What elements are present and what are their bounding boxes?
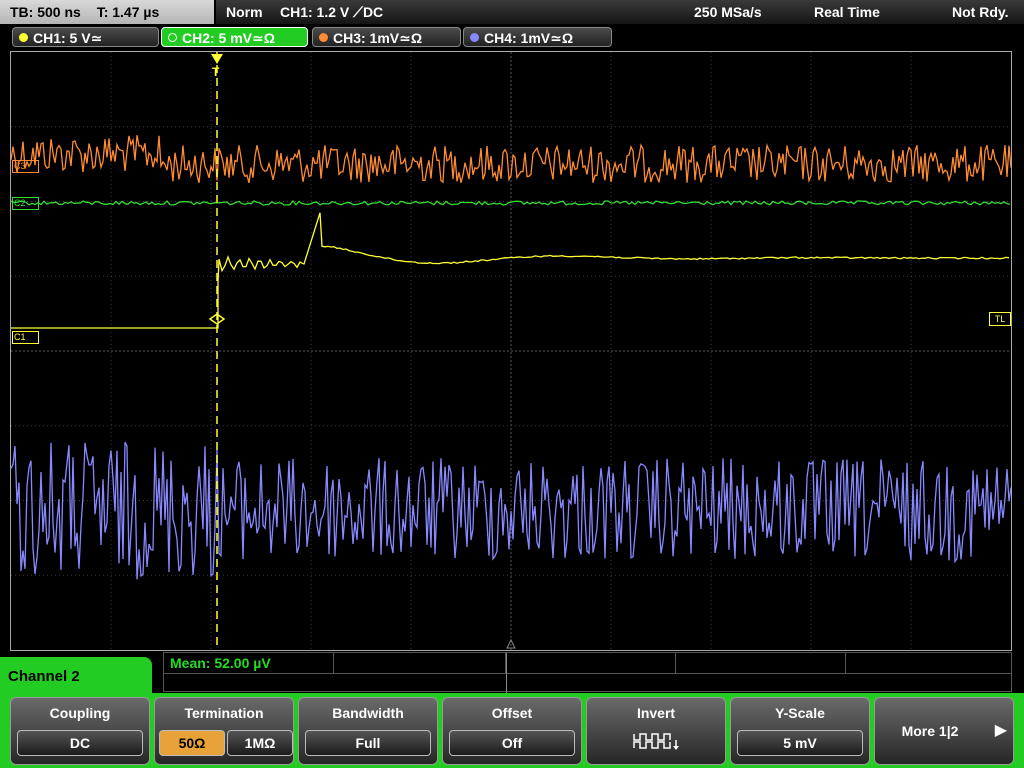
timebase-value: TB: 500 ns — [10, 4, 81, 20]
ch4-label: CH4: 1mV≃Ω — [484, 30, 574, 46]
scope-grid: T — [11, 52, 1011, 650]
c3-marker-label: C3 — [14, 161, 26, 171]
waveform-display[interactable]: T C3 C2 C1 TL — [10, 51, 1012, 651]
ch3-label: CH3: 1mV≃Ω — [333, 30, 423, 46]
ch3-trace — [11, 135, 1011, 184]
ch1-label: CH1: 5 V≃ — [33, 30, 103, 46]
trigger-pos-label: T — [212, 65, 220, 79]
termination-1mohm-option[interactable]: 1MΩ — [227, 730, 293, 756]
trigger-level-marker[interactable]: TL — [989, 312, 1011, 326]
trigger-level-label: TL — [994, 314, 1006, 324]
c1-marker-label: C1 — [14, 332, 26, 342]
ch2-label: CH2: 5 mV≃Ω — [182, 30, 275, 46]
timebase-box[interactable]: TB: 500 ns T: 1.47 µs — [0, 0, 214, 24]
invert-waveform-icon — [633, 733, 679, 750]
ch1-color-icon — [19, 33, 28, 42]
c1-marker[interactable]: C1 — [12, 331, 39, 344]
termination-label: Termination — [184, 705, 264, 721]
acquisition-mode: Real Time — [814, 4, 880, 20]
trigger-status: Not Rdy. — [952, 4, 1009, 20]
bandwidth-label: Bandwidth — [332, 705, 404, 721]
offset-button[interactable]: Offset Off — [442, 697, 582, 765]
tab-ch3[interactable]: CH3: 1mV≃Ω — [312, 27, 461, 47]
ch1-trace — [11, 212, 1010, 329]
more-label: More 1|2 — [901, 723, 959, 739]
ch2-color-icon — [168, 33, 177, 42]
offset-label: Offset — [491, 705, 533, 721]
ch4-trace — [11, 441, 1011, 580]
coupling-value: DC — [17, 730, 143, 756]
ch3-color-icon — [319, 33, 328, 42]
coupling-button[interactable]: Coupling DC — [10, 697, 150, 765]
y-scale-label: Y-Scale — [775, 705, 825, 721]
offset-value: Off — [449, 730, 575, 756]
coupling-label: Coupling — [49, 705, 111, 721]
bandwidth-button[interactable]: Bandwidth Full — [298, 697, 438, 765]
ch4-color-icon — [470, 33, 479, 42]
c3-marker[interactable]: C3 — [12, 160, 39, 173]
y-scale-button[interactable]: Y-Scale 5 mV — [730, 697, 870, 765]
c2-marker-label: C2 — [14, 198, 26, 208]
acquisition-status[interactable]: Norm CH1: 1.2 V ⟋DC 250 MSa/s Real Time … — [216, 0, 1024, 24]
arrow-right-icon: ▶ — [994, 722, 1007, 739]
trigger-position-marker — [211, 54, 223, 64]
trigger-setting: CH1: 1.2 V ⟋DC — [280, 4, 384, 20]
menu-title-text: Channel 2 — [8, 668, 80, 685]
y-scale-value: 5 mV — [737, 730, 863, 756]
status-bar: TB: 500 ns T: 1.47 µs Norm CH1: 1.2 V ⟋D… — [0, 0, 1024, 24]
menu-title: Channel 2 — [0, 657, 152, 697]
termination-50ohm-option[interactable]: 50Ω — [159, 730, 225, 756]
more-button[interactable]: More 1|2 ▶ — [874, 697, 1014, 765]
termination-button[interactable]: Termination 50Ω 1MΩ — [154, 697, 294, 765]
trigger-mode: Norm — [226, 4, 263, 20]
measurement-bar[interactable]: Mean: 52.00 µV — [163, 652, 1012, 693]
mean-measurement: Mean: 52.00 µV — [170, 655, 271, 671]
trigger-time-value: T: 1.47 µs — [96, 4, 160, 20]
sample-rate: 250 MSa/s — [694, 4, 762, 20]
invert-button[interactable]: Invert — [586, 697, 726, 765]
c2-marker[interactable]: C2 — [12, 197, 39, 210]
invert-label: Invert — [636, 705, 676, 721]
tab-ch1[interactable]: CH1: 5 V≃ — [12, 27, 159, 47]
bandwidth-value: Full — [305, 730, 431, 756]
tab-ch4[interactable]: CH4: 1mV≃Ω — [463, 27, 612, 47]
tab-ch2[interactable]: CH2: 5 mV≃Ω — [161, 27, 308, 47]
